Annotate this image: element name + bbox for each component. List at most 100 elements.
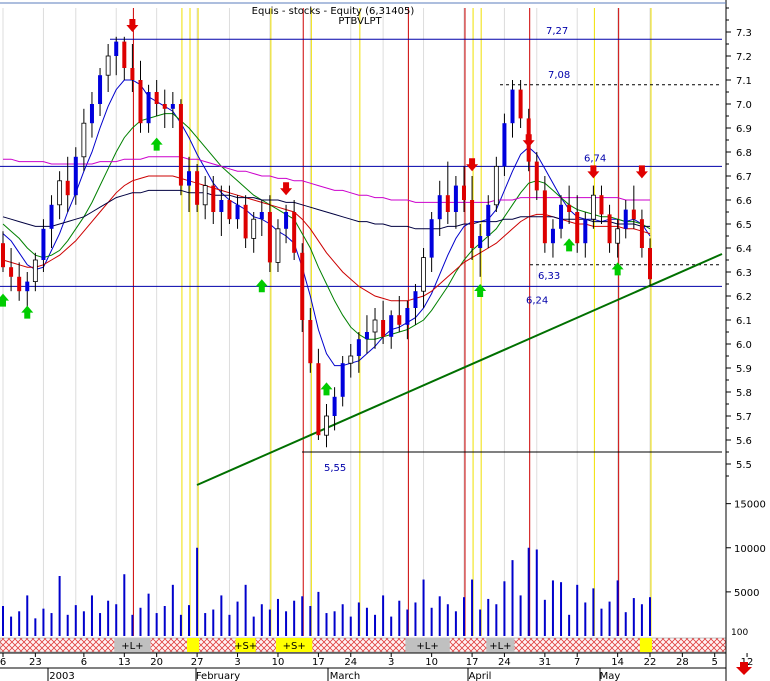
- y-tick-label: 7.3: [736, 28, 752, 39]
- x-tick-label: 22: [644, 657, 657, 668]
- price-level-label: 6,74: [584, 153, 606, 164]
- x-tick-label: 6: [0, 657, 6, 668]
- candle-body: [17, 276, 22, 292]
- y-tick-label: 7.2: [736, 52, 752, 63]
- candle-body: [73, 156, 78, 196]
- candle-body: [397, 315, 402, 325]
- candle-body: [575, 212, 580, 244]
- candle-body: [308, 320, 313, 364]
- month-label: March: [330, 671, 360, 681]
- candle-body: [631, 209, 636, 220]
- candle-body: [300, 252, 305, 320]
- band-segment: [639, 638, 652, 652]
- candle-body: [146, 92, 151, 124]
- candle-body: [227, 200, 232, 220]
- chart-title: Equis - stocks - Equity (6,31405): [252, 6, 415, 17]
- band-label: +L+: [121, 641, 143, 652]
- candle-body: [518, 89, 523, 119]
- candle-body: [195, 171, 200, 205]
- scale-label: 100: [731, 628, 748, 638]
- candle-body: [493, 165, 499, 206]
- candle-body: [348, 355, 354, 364]
- band-label: +S+: [234, 641, 257, 652]
- x-tick-label: 28: [676, 657, 689, 668]
- candle-body: [590, 194, 596, 220]
- candle-body: [381, 320, 386, 337]
- y-tick-label: 6.8: [736, 148, 752, 159]
- band-label: +S+: [283, 641, 306, 652]
- candle-body: [211, 185, 216, 212]
- candle-body: [437, 195, 442, 220]
- candle-body: [243, 204, 248, 239]
- x-tick-label: 7: [574, 657, 580, 668]
- y-tick-label: 5.9: [736, 364, 752, 375]
- price-level-label: 7,27: [546, 26, 568, 37]
- y-tick-label: 6.7: [736, 172, 752, 183]
- candle-body: [405, 308, 410, 325]
- candle-body: [324, 415, 329, 436]
- y-tick-label: 5.6: [736, 436, 752, 447]
- candle-body: [364, 332, 369, 340]
- candle-body: [599, 195, 604, 215]
- candle-body: [267, 212, 272, 263]
- candle-body: [25, 281, 30, 292]
- candle-body: [542, 190, 547, 244]
- band-label: +L+: [489, 641, 511, 652]
- band-background: [0, 637, 727, 653]
- price-level-label: 7,08: [548, 70, 570, 81]
- candle-body: [65, 180, 70, 196]
- candle-body: [9, 267, 14, 277]
- x-tick-label: 27: [191, 657, 204, 668]
- candle-body: [138, 80, 143, 124]
- x-tick-label: 31: [538, 657, 551, 668]
- candle-body: [583, 219, 588, 244]
- y-tick-label: 6.2: [736, 292, 752, 303]
- y-tick-label: 6.3: [736, 268, 752, 279]
- candle-body: [550, 228, 555, 244]
- candle-body: [259, 212, 264, 220]
- candle-body: [559, 204, 564, 229]
- x-tick-label: 13: [118, 657, 131, 668]
- candle-body: [89, 104, 94, 124]
- candle-body: [154, 92, 159, 104]
- candle-body: [389, 315, 394, 337]
- candle-body: [187, 171, 192, 186]
- volume-tick-label: 5000: [734, 588, 759, 599]
- candle-body: [81, 122, 87, 158]
- y-tick-label: 5.7: [736, 412, 752, 423]
- volume-tick-label: 10000: [734, 544, 766, 555]
- candle-body: [178, 104, 183, 186]
- candle-body: [356, 339, 361, 356]
- candle-body: [615, 228, 621, 244]
- candle-body: [114, 41, 119, 56]
- y-tick-label: 6.1: [736, 316, 752, 327]
- chart-subtitle: PTBVLPT: [338, 16, 382, 27]
- candle-body: [130, 68, 135, 80]
- x-tick-label: 5: [712, 657, 718, 668]
- candle-body: [607, 214, 612, 244]
- x-tick-label: 6: [81, 657, 87, 668]
- candle-body: [1, 243, 5, 268]
- y-tick-label: 6.0: [736, 340, 752, 351]
- band-label: +L+: [416, 641, 438, 652]
- x-tick-label: 17: [312, 657, 325, 668]
- candle-body: [202, 185, 208, 206]
- candle-body: [332, 396, 337, 416]
- y-tick-label: 5.5: [736, 460, 752, 471]
- x-tick-label: 3: [388, 657, 394, 668]
- band-segment: [187, 638, 200, 652]
- y-tick-label: 7.0: [736, 100, 752, 111]
- x-tick-label: 14: [611, 657, 624, 668]
- candle-body: [340, 363, 345, 397]
- candle-body: [316, 363, 321, 436]
- candle-body: [413, 291, 418, 308]
- y-tick-label: 6.4: [736, 244, 752, 255]
- candle-body: [623, 209, 628, 229]
- candle-body: [162, 104, 167, 109]
- month-label: February: [196, 671, 240, 681]
- month-label: 2003: [49, 671, 74, 681]
- month-label: April: [469, 671, 492, 681]
- y-tick-label: 7.1: [736, 76, 752, 87]
- signal-band: +L+ +S+ +S+ +L+ +L+: [0, 637, 727, 653]
- candle-body: [510, 89, 515, 124]
